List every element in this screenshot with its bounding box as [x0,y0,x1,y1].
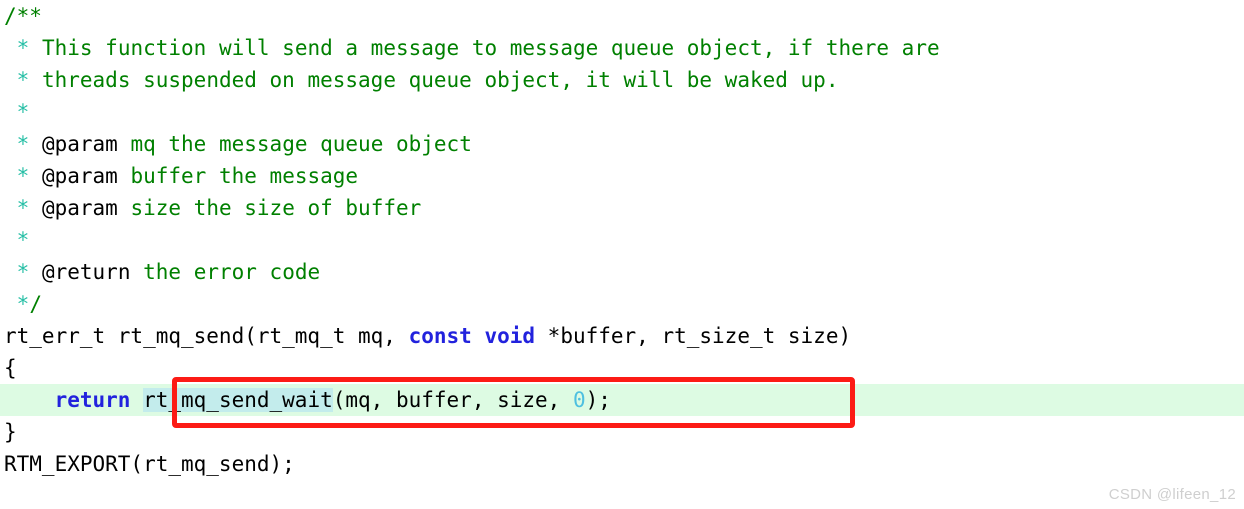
code-token: @return [41,260,131,284]
code-line[interactable]: { [0,352,1244,384]
watermark-label: CSDN @lifeen_12 [1108,486,1236,503]
code-line[interactable]: * threads suspended on message queue obj… [0,64,1244,96]
selected-token: rt_mq_send_wait [143,388,333,412]
code-token: 0 [572,388,586,412]
code-line[interactable]: /** [0,0,1244,32]
code-editor[interactable]: /** * This function will send a message … [0,0,1244,509]
code-line[interactable]: * [0,96,1244,128]
code-token: * [16,100,30,124]
code-token: * [16,228,30,252]
code-line[interactable]: * [0,224,1244,256]
code-line[interactable]: * @param buffer the message [0,160,1244,192]
code-token: ); [585,388,611,412]
code-token: * [16,36,30,60]
code-line[interactable]: RTM_EXPORT(rt_mq_send); [0,448,1244,480]
code-token: @param [41,132,118,156]
code-token: the error code [130,260,321,284]
code-token: mq the message queue object [117,132,472,156]
code-token: /** [4,4,42,28]
code-token: * [16,292,30,316]
code-token: rt_err_t rt_mq_send(rt_mq_t mq, [4,324,409,348]
code-line[interactable]: * @param size the size of buffer [0,192,1244,224]
code-token: * [16,68,30,92]
code-token: *buffer, rt_size_t size) [535,324,852,348]
code-line[interactable]: * @param mq the message queue object [0,128,1244,160]
code-token: void [484,324,536,348]
code-line[interactable]: * @return the error code [0,256,1244,288]
code-token: * [16,196,30,220]
code-line[interactable]: */ [0,288,1244,320]
code-token: * [16,132,30,156]
code-token: * [16,260,30,284]
code-token: const [408,324,472,348]
code-line[interactable]: rt_err_t rt_mq_send(rt_mq_t mq, const vo… [0,320,1244,352]
code-token: (mq, buffer, size, [332,388,573,412]
code-line[interactable]: return rt_mq_send_wait(mq, buffer, size,… [0,384,1244,416]
code-line[interactable]: } [0,416,1244,448]
code-token: } [4,420,17,444]
code-token: size the size of buffer [117,196,422,220]
code-token: This function will send a message to mes… [29,36,940,60]
code-text-area[interactable]: /** * This function will send a message … [0,0,1244,509]
code-token: RTM_EXPORT(rt_mq_send); [4,452,295,476]
code-token: @param [41,196,118,220]
code-token: buffer the message [117,164,359,188]
code-token: @param [41,164,118,188]
code-token: return [54,388,131,412]
code-line[interactable]: * This function will send a message to m… [0,32,1244,64]
code-token: threads suspended on message queue objec… [29,68,839,92]
code-token: * [16,164,30,188]
code-token: / [29,292,42,316]
code-token: { [4,356,17,380]
